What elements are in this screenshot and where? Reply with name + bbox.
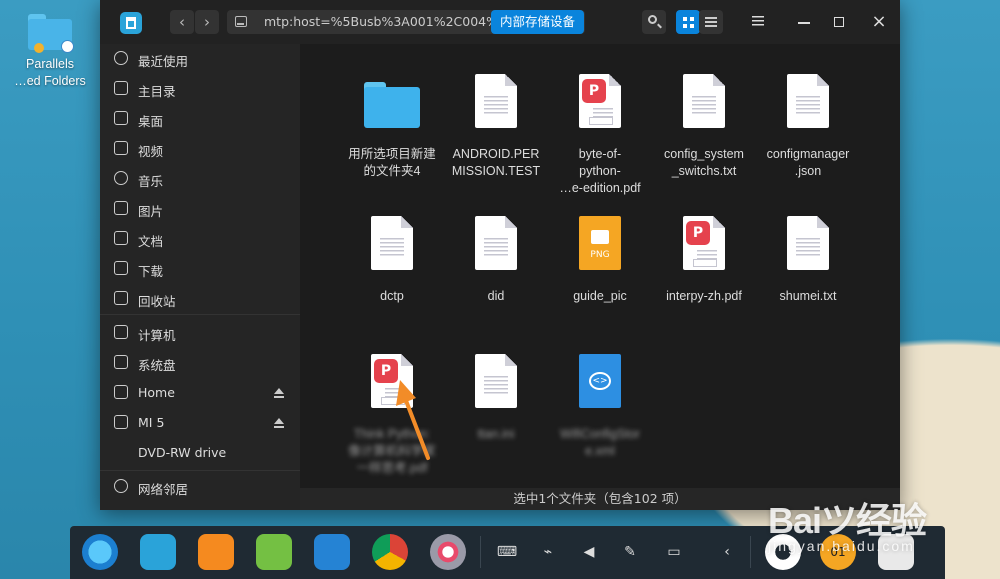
file-manager-window: ‹ › mtp:host=%5Busb%3A001%2C004%5D 内部存储设… <box>100 0 900 510</box>
sidebar-item-home-drive[interactable]: Home <box>100 378 300 408</box>
menu-button[interactable] <box>748 12 768 32</box>
titlebar: ‹ › mtp:host=%5Busb%3A001%2C004%5D 内部存储设… <box>100 0 900 44</box>
sidebar-item-label: 主目录 <box>138 84 176 99</box>
launcher-icon[interactable] <box>82 534 118 570</box>
sidebar-item-desktop[interactable]: 桌面 <box>100 104 300 134</box>
sidebar-item-label: 最近使用 <box>138 54 189 69</box>
battery-icon[interactable]: ▭ <box>662 540 686 564</box>
keyboard-icon[interactable]: ⌨ <box>495 540 519 564</box>
eject-icon[interactable] <box>274 388 284 398</box>
grid-view-icon <box>683 17 694 28</box>
drive-icon <box>114 385 128 399</box>
music-note-icon <box>114 171 128 185</box>
sidebar-item-recent[interactable]: 最近使用 <box>100 44 300 74</box>
sidebar-item-dvd-drive[interactable]: DVD-RW drive <box>100 438 300 468</box>
sidebar-item-label: 下载 <box>138 264 164 279</box>
back-button[interactable]: ‹ <box>170 10 194 34</box>
sidebar-item-system-disk[interactable]: 系统盘 <box>100 348 300 378</box>
settings-icon[interactable] <box>430 534 466 570</box>
film-icon <box>114 141 128 155</box>
baidu-watermark: Baiツ经验 jingyan.baidu.com <box>768 500 927 554</box>
annotation-arrow <box>396 380 430 460</box>
minimize-icon <box>798 22 810 24</box>
chrome-browser-icon[interactable] <box>372 534 408 570</box>
sidebar-divider <box>100 470 300 471</box>
dock-separator <box>750 536 751 568</box>
music-player-icon[interactable] <box>256 534 292 570</box>
trash-icon <box>114 291 128 305</box>
tray-expand-icon[interactable]: ‹ <box>715 540 739 564</box>
maximize-button[interactable] <box>829 12 849 32</box>
desktop-icon-label: Parallels …ed Folders <box>14 57 86 88</box>
home-icon <box>114 81 128 95</box>
app-store-icon[interactable] <box>198 534 234 570</box>
sidebar-item-label: 网络邻居 <box>138 482 189 497</box>
volume-icon[interactable]: ◀ <box>577 540 601 564</box>
sidebar-item-label: 系统盘 <box>138 358 176 373</box>
sidebar-item-label: 视频 <box>138 144 164 159</box>
sidebar-item-trash[interactable]: 回收站 <box>100 284 300 314</box>
search-button[interactable] <box>642 10 666 34</box>
desktop-icon-parallels-shared-folders[interactable]: Parallels …ed Folders <box>14 12 86 90</box>
sidebar-item-label: 图片 <box>138 204 164 219</box>
device-icon <box>235 16 247 27</box>
sidebar-item-videos[interactable]: 视频 <box>100 134 300 164</box>
breadcrumb-internal-storage[interactable]: 内部存储设备 <box>491 10 584 34</box>
folder-icon <box>28 14 74 53</box>
sidebar-item-label: 回收站 <box>138 294 176 309</box>
icon-view-button[interactable] <box>676 10 700 34</box>
sidebar-item-music[interactable]: 音乐 <box>100 164 300 194</box>
sidebar-item-label: DVD-RW drive <box>138 445 227 460</box>
file-manager-dock-icon[interactable] <box>140 534 176 570</box>
sidebar-item-label: Home <box>138 385 175 400</box>
maximize-icon <box>834 17 844 27</box>
forward-button[interactable]: › <box>195 10 219 34</box>
computer-icon <box>114 325 128 339</box>
usb-icon[interactable]: ⌁ <box>536 540 560 564</box>
address-text: mtp:host=%5Busb%3A001%2C004%5D <box>264 14 516 29</box>
sidebar-item-documents[interactable]: 文档 <box>100 224 300 254</box>
video-player-icon[interactable] <box>314 534 350 570</box>
sidebar-item-network[interactable]: 网络邻居 <box>100 472 300 502</box>
close-button[interactable]: × <box>869 12 889 32</box>
list-view-button[interactable] <box>699 10 723 34</box>
sidebar: 最近使用 主目录 桌面 视频 音乐 图片 文档 下载 回收站 计算机 系统盘 H… <box>100 44 300 510</box>
sidebar-item-home-dir[interactable]: 主目录 <box>100 74 300 104</box>
sidebar-divider <box>100 314 300 315</box>
desktop-icon <box>114 111 128 125</box>
eject-icon[interactable] <box>274 418 284 428</box>
document-icon <box>114 231 128 245</box>
download-icon <box>114 261 128 275</box>
file-grid: 用所选项目新建 的文件夹4 ANDROID.PER MISSION.TEST P b… <box>300 44 900 488</box>
minimize-button[interactable] <box>794 12 814 32</box>
clock-icon <box>114 51 128 65</box>
sidebar-item-label: 计算机 <box>138 328 176 343</box>
network-icon <box>114 479 128 493</box>
phone-icon <box>114 415 128 429</box>
sidebar-item-pictures[interactable]: 图片 <box>100 194 300 224</box>
disk-icon <box>114 355 128 369</box>
sidebar-item-label: MI 5 <box>138 415 165 430</box>
sidebar-item-downloads[interactable]: 下载 <box>100 254 300 284</box>
sidebar-item-mi5[interactable]: MI 5 <box>100 408 300 438</box>
search-icon <box>648 15 657 24</box>
image-icon <box>114 201 128 215</box>
list-view-icon <box>705 17 717 28</box>
dock-separator <box>480 536 481 568</box>
sidebar-item-computer[interactable]: 计算机 <box>100 318 300 348</box>
menu-icon <box>752 16 764 26</box>
sidebar-item-label: 桌面 <box>138 114 164 129</box>
file-manager-logo-icon <box>120 12 142 34</box>
sidebar-item-label: 音乐 <box>138 174 164 189</box>
close-icon: × <box>871 11 887 32</box>
sidebar-item-label: 文档 <box>138 234 164 249</box>
pen-icon[interactable]: ✎ <box>618 540 642 564</box>
